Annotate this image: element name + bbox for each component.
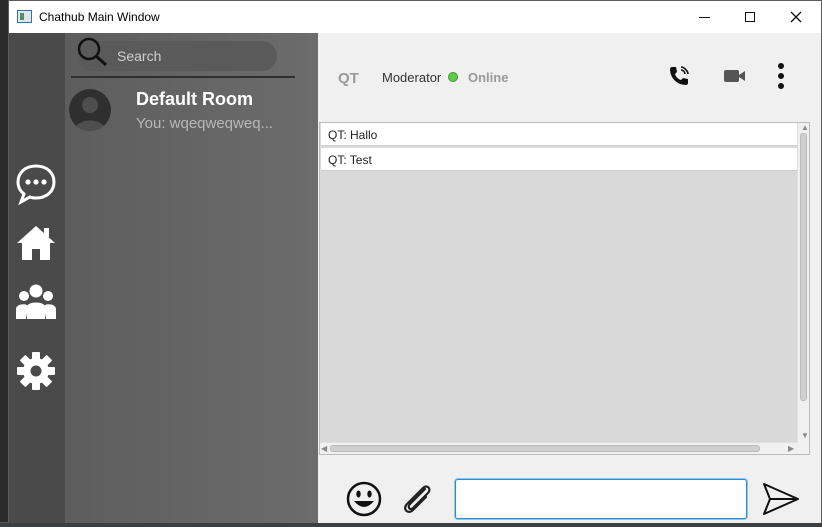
maximize-icon [745,12,755,22]
voice-call-button[interactable] [666,63,692,89]
scroll-right-icon[interactable]: ▶ [788,444,794,453]
room-last-message: You: wqeqweqweq... [136,115,274,132]
minimize-icon [698,16,710,18]
phone-icon [670,66,689,85]
chat-area: QT Moderator Online QT: Hallo QT: Test ▲… [318,33,821,523]
room-name: Default Room [136,89,253,109]
nav-rail [9,33,65,523]
group-icon[interactable] [15,281,57,323]
send-button[interactable] [761,479,801,519]
close-button[interactable] [773,1,819,33]
kebab-menu-icon [778,63,784,89]
message-list[interactable]: QT: Hallo QT: Test ▲ ▼ ◀ ▶ [319,122,810,455]
close-icon [790,11,802,23]
attach-button[interactable] [397,479,437,519]
scroll-up-icon[interactable]: ▲ [801,123,809,132]
main-window: Chathub Main Window Search Default Room … [8,0,822,523]
home-icon[interactable] [15,222,57,264]
message-item: QT: Hallo [321,123,799,146]
chat-user-role: Moderator [382,70,442,85]
message-input[interactable] [455,479,747,519]
rooms-panel: Search Default Room You: wqeqweqweq... [65,33,318,523]
search-box[interactable]: Search [77,37,277,71]
gear-icon[interactable] [15,350,57,392]
video-call-button[interactable] [722,63,748,89]
scroll-left-icon[interactable]: ◀ [321,444,327,453]
chat-bubble-icon[interactable] [15,163,57,205]
more-options-button[interactable] [768,63,794,89]
app-icon [17,10,32,23]
window-title: Chathub Main Window [39,10,160,24]
title-bar[interactable]: Chathub Main Window [9,1,821,33]
chat-user-name: QT [338,70,359,87]
room-item[interactable]: Default Room You: wqeqweqweq... [65,81,318,141]
avatar [69,89,111,131]
maximize-button[interactable] [727,1,773,33]
message-item: QT: Test [321,148,799,171]
horizontal-scroll-thumb[interactable] [330,445,760,452]
search-divider [71,76,295,78]
scroll-down-icon[interactable]: ▼ [801,431,809,440]
search-icon [77,37,108,67]
user-silhouette-icon [74,97,106,131]
smiley-icon [346,481,382,517]
status-dot [448,72,458,82]
paperclip-icon [404,485,431,513]
emoji-button[interactable] [344,479,384,519]
send-icon [763,483,799,515]
minimize-button[interactable] [681,1,727,33]
search-placeholder: Search [117,48,162,64]
horizontal-scrollbar[interactable]: ◀ ▶ [320,442,798,454]
vertical-scrollbar[interactable]: ▲ ▼ [797,123,809,454]
vertical-scroll-thumb[interactable] [800,133,807,401]
status-text: Online [468,70,509,85]
video-camera-icon [724,70,745,82]
